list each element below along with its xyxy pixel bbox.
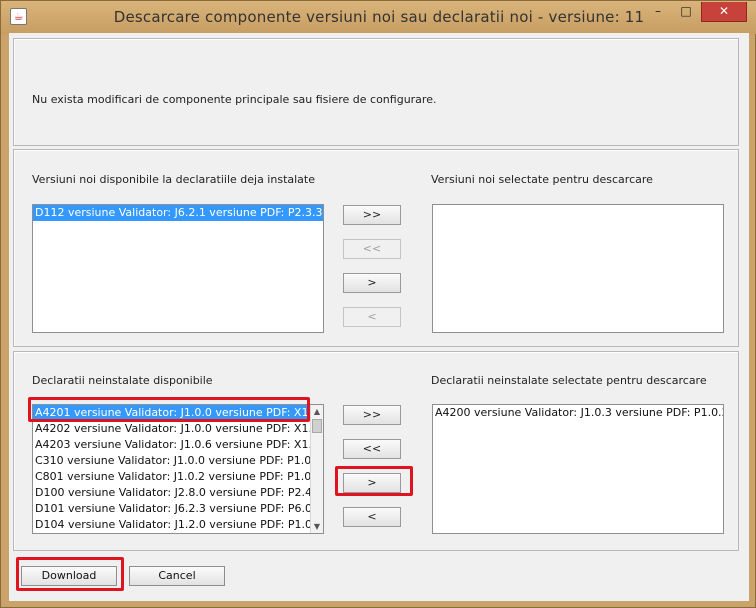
list-item[interactable]: D101 versiune Validator: J6.2.3 versiune… (33, 501, 323, 517)
selected-declarations-label: Declaratii neinstalate selectate pentru … (431, 374, 707, 387)
selected-versions-label: Versiuni noi selectate pentru descarcare (431, 173, 653, 186)
available-declarations-list[interactable]: A4201 versiune Validator: J1.0.0 versiun… (32, 404, 324, 534)
maximize-button[interactable]: □ (673, 2, 699, 22)
installed-versions-panel: Versiuni noi disponibile la declaratiile… (13, 149, 739, 347)
window-title: Descarcare componente versiuni noi sau d… (113, 8, 645, 26)
list-item[interactable]: A4201 versiune Validator: J1.0.0 versiun… (33, 405, 323, 421)
selected-versions-list[interactable] (432, 204, 724, 333)
info-message: Nu exista modificari de componente princ… (32, 93, 437, 106)
remove-version-button[interactable]: < (343, 307, 401, 327)
list-item[interactable]: D112 versiune Validator: J6.2.1 versiune… (33, 205, 323, 221)
dialog-content: Nu exista modificari de componente princ… (9, 33, 749, 601)
dialog-window: ☕ Descarcare componente versiuni noi sau… (0, 0, 756, 608)
list-item[interactable]: D100 versiune Validator: J2.8.0 versiune… (33, 485, 323, 501)
list-item[interactable]: C801 versiune Validator: J1.0.2 versiune… (33, 469, 323, 485)
remove-all-declarations-button[interactable]: << (343, 439, 401, 459)
available-declarations-label: Declaratii neinstalate disponibile (32, 374, 213, 387)
add-version-button[interactable]: > (343, 273, 401, 293)
available-versions-list[interactable]: D112 versiune Validator: J6.2.1 versiune… (32, 204, 324, 333)
list-item[interactable]: A4200 versiune Validator: J1.0.3 versiun… (433, 405, 723, 421)
add-all-declarations-button[interactable]: >> (343, 405, 401, 425)
title-bar: ☕ Descarcare componente versiuni noi sau… (1, 1, 756, 34)
cancel-button[interactable]: Cancel (129, 566, 225, 586)
close-button[interactable]: ✕ (701, 2, 747, 22)
add-all-versions-button[interactable]: >> (343, 205, 401, 225)
list-item[interactable]: A4202 versiune Validator: J1.0.0 versiun… (33, 421, 323, 437)
available-versions-label: Versiuni noi disponibile la declaratiile… (32, 173, 315, 186)
scroll-thumb[interactable] (312, 419, 322, 433)
remove-declaration-button[interactable]: < (343, 507, 401, 527)
list-item[interactable]: D104 versiune Validator: J1.2.0 versiune… (33, 517, 323, 533)
list-item[interactable]: C310 versiune Validator: J1.0.0 versiune… (33, 453, 323, 469)
selected-declarations-list[interactable]: A4200 versiune Validator: J1.0.3 versiun… (432, 404, 724, 534)
download-button[interactable]: Download (21, 566, 117, 586)
minimize-button[interactable]: – (645, 2, 671, 22)
list-item[interactable]: A4203 versiune Validator: J1.0.6 versiun… (33, 437, 323, 453)
list-scrollbar[interactable]: ▲ ▼ (310, 405, 323, 533)
new-declarations-panel: Declaratii neinstalate disponibile Decla… (13, 351, 739, 551)
scroll-down-arrow-icon[interactable]: ▼ (311, 520, 323, 533)
scroll-up-arrow-icon[interactable]: ▲ (311, 405, 323, 418)
add-declaration-button[interactable]: > (343, 473, 401, 493)
remove-all-versions-button[interactable]: << (343, 239, 401, 259)
info-panel: Nu exista modificari de componente princ… (13, 38, 739, 146)
